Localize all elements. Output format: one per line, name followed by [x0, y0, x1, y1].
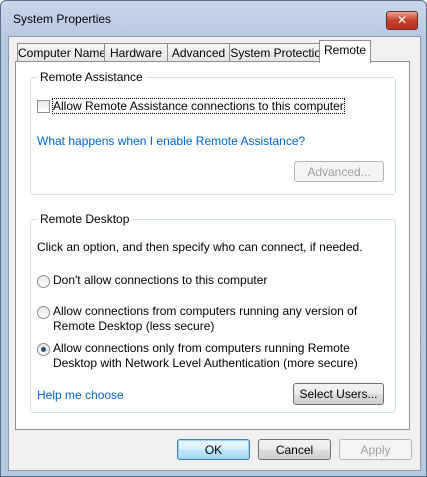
allow-remote-assistance-label[interactable]: Allow Remote Assistance connections to t…: [52, 98, 345, 114]
tab-hardware[interactable]: Hardware: [104, 43, 168, 62]
tab-remote[interactable]: Remote: [319, 40, 371, 63]
dont-allow-radio[interactable]: [37, 275, 50, 288]
ok-button[interactable]: OK: [177, 439, 250, 460]
allow-any-version-label-line1[interactable]: Allow connections from computers running…: [53, 304, 357, 318]
dont-allow-label[interactable]: Don't allow connections to this computer: [53, 273, 267, 287]
remote-desktop-instruction: Click an option, and then specify who ca…: [37, 240, 363, 254]
remote-assistance-group: Remote Assistance Allow Remote Assistanc…: [30, 70, 396, 195]
remote-desktop-title: Remote Desktop: [37, 212, 133, 226]
remote-assistance-help-link[interactable]: What happens when I enable Remote Assist…: [37, 134, 305, 148]
remote-desktop-group: Remote Desktop Click an option, and then…: [30, 212, 396, 413]
allow-nla-only-label-line1[interactable]: Allow connections only from computers ru…: [53, 341, 350, 355]
help-me-choose-link[interactable]: Help me choose: [37, 388, 124, 402]
tab-system-protection[interactable]: System Protection: [229, 43, 329, 62]
dialog-client-area: Computer Name Hardware Advanced System P…: [8, 36, 421, 471]
cancel-button[interactable]: Cancel: [258, 439, 331, 460]
radio-selected-dot: [41, 347, 46, 352]
select-users-button[interactable]: Select Users...: [293, 383, 384, 405]
remote-tab-panel: Remote Assistance Allow Remote Assistanc…: [15, 61, 410, 430]
close-button[interactable]: ✕: [386, 11, 418, 30]
tab-advanced[interactable]: Advanced: [167, 43, 230, 62]
system-properties-window: System Properties ✕ Computer Name Hardwa…: [0, 0, 427, 477]
remote-assistance-title: Remote Assistance: [37, 70, 146, 84]
allow-any-version-radio[interactable]: [37, 306, 50, 319]
allow-nla-only-label-line2[interactable]: Desktop with Network Level Authenticatio…: [53, 356, 358, 370]
allow-nla-only-radio[interactable]: [37, 343, 50, 356]
title-bar[interactable]: System Properties ✕: [1, 1, 426, 35]
tab-computer-name[interactable]: Computer Name: [17, 43, 106, 62]
close-icon: ✕: [396, 13, 408, 27]
apply-button[interactable]: Apply: [339, 439, 412, 460]
allow-remote-assistance-checkbox[interactable]: [37, 100, 50, 113]
window-title: System Properties: [13, 12, 112, 26]
advanced-button[interactable]: Advanced...: [294, 161, 384, 182]
allow-any-version-label-line2[interactable]: Remote Desktop (less secure): [53, 319, 214, 333]
